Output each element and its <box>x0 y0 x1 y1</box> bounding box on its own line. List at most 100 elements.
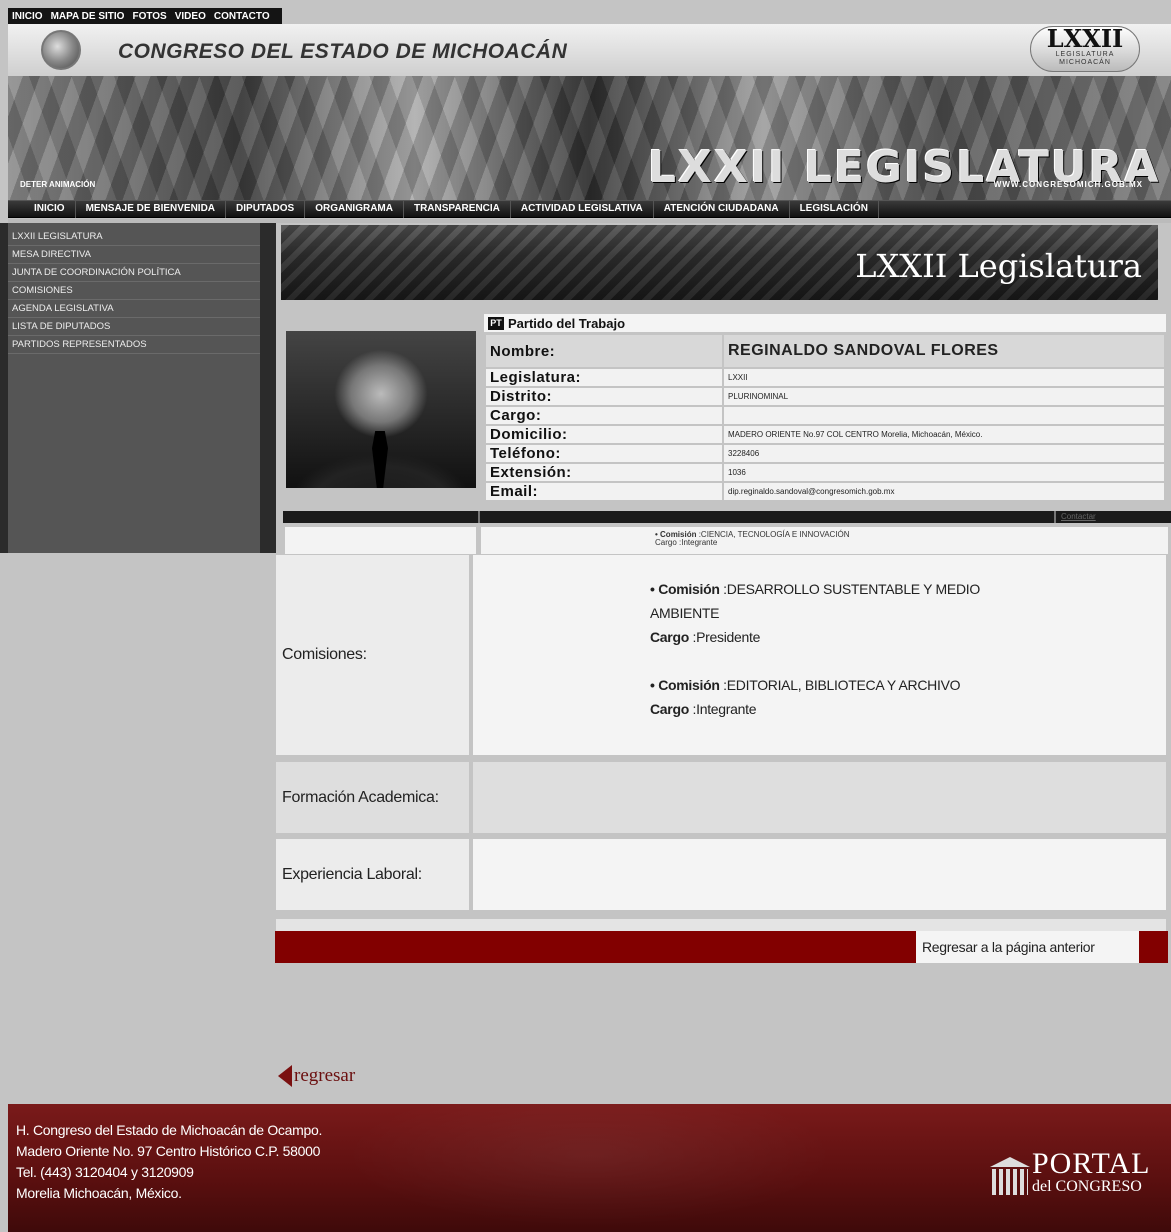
header-url: WWW.CONGRESOMICH.GOB.MX <box>993 180 1143 189</box>
nav-diputados[interactable]: DIPUTADOS <box>226 200 306 218</box>
building-icon <box>986 1157 1034 1197</box>
email-link[interactable]: dip.reginaldo.sandoval@congresomich.gob.… <box>724 483 1164 500</box>
top-link-inicio[interactable]: INICIO <box>12 11 43 22</box>
photo-tie-shape <box>372 431 388 488</box>
sidebar-item-comisiones[interactable]: COMISIONES <box>8 282 260 300</box>
cargo-value: :Presidente <box>688 629 761 645</box>
commission-cargo-line: Cargo :Presidente <box>650 625 1010 649</box>
portal-del-congreso-logo[interactable]: PORTAL del CONGRESO <box>986 1149 1166 1199</box>
top-links-bar: INICIO MAPA DE SITIO FOTOS VIDEO CONTACT… <box>8 8 282 24</box>
regresar-link[interactable]: regresar <box>278 1065 355 1087</box>
info-value <box>724 407 1164 424</box>
info-row-legislatura: Legislatura: LXXII <box>486 369 1164 386</box>
deputy-info-table: Nombre: REGINALDO SANDOVAL FLORES Legisl… <box>484 333 1166 502</box>
back-arrow-icon <box>278 1065 292 1087</box>
commission-label: • Comisión <box>650 677 720 693</box>
party-name: Partido del Trabajo <box>508 315 626 331</box>
commission-summary-value: :CIENCIA, TECNOLOGÍA E INNOVACIÓN <box>696 530 850 539</box>
main-nav: INICIO MENSAJE DE BIENVENIDA DIPUTADOS O… <box>8 200 1171 218</box>
commission-entry: • Comisión :EDITORIAL, BIBLIOTECA Y ARCH… <box>650 673 1010 721</box>
sidebar-item-lista-diputados[interactable]: LISTA DE DIPUTADOS <box>8 318 260 336</box>
formacion-value <box>473 762 1166 833</box>
info-value: LXXII <box>724 369 1164 386</box>
footer-line: Madero Oriente No. 97 Centro Histórico C… <box>16 1143 321 1159</box>
building-roof <box>990 1157 1030 1167</box>
nav-mensaje-de-bienvenida[interactable]: MENSAJE DE BIENVENIDA <box>76 200 227 218</box>
info-label: Email: <box>486 483 722 500</box>
stop-animation-link[interactable]: DETER ANIMACIÓN <box>20 180 95 189</box>
info-row-nombre: Nombre: REGINALDO SANDOVAL FLORES <box>486 335 1164 367</box>
footer-line: H. Congreso del Estado de Michoacán de O… <box>16 1122 323 1138</box>
legislatura-banner-image: LXXII Legislatura <box>281 225 1158 300</box>
info-row-cargo: Cargo: <box>486 407 1164 424</box>
top-link-contacto[interactable]: CONTACTO <box>214 11 270 22</box>
state-seal-icon <box>41 30 81 70</box>
deputy-photo <box>286 331 476 488</box>
logo-numeral: LXXII <box>1046 24 1124 53</box>
top-link-mapa-de-sitio[interactable]: MAPA DE SITIO <box>51 11 125 22</box>
sidebar-item-partidos[interactable]: PARTIDOS REPRESENTADOS <box>8 336 260 354</box>
info-label: Extensión: <box>486 464 722 481</box>
experiencia-label: Experiencia Laboral: <box>276 839 469 910</box>
commission-entry: • Comisión :DESARROLLO SUSTENTABLE Y MED… <box>650 577 1010 649</box>
nav-actividad-legislativa[interactable]: ACTIVIDAD LEGISLATIVA <box>511 200 654 218</box>
info-label: Domicilio: <box>486 426 722 443</box>
site-header: CONGRESO DEL ESTADO DE MICHOACÁN LXXII L… <box>8 24 1171 200</box>
info-value: 1036 <box>724 464 1164 481</box>
back-to-previous-button[interactable]: Regresar a la página anterior <box>916 931 1139 963</box>
deputy-name: REGINALDO SANDOVAL FLORES <box>724 335 1164 367</box>
logo-michoacan: MICHOACÁN <box>1059 59 1111 66</box>
footer-address: H. Congreso del Estado de Michoacán de O… <box>16 1120 322 1204</box>
top-link-fotos[interactable]: FOTOS <box>132 11 166 22</box>
left-menu: LXXII LEGISLATURA MESA DIRECTIVA JUNTA D… <box>8 228 260 354</box>
commission-summary-entry: • Comisión :CIENCIA, TECNOLOGÍA E INNOVA… <box>655 531 850 547</box>
info-label: Cargo: <box>486 407 722 424</box>
party-header: PT Partido del Trabajo <box>484 314 1166 332</box>
sidebar-item-lxxii-legislatura[interactable]: LXXII LEGISLATURA <box>8 228 260 246</box>
nav-organigrama[interactable]: ORGANIGRAMA <box>305 200 404 218</box>
commission-label: • Comisión <box>650 581 720 597</box>
nav-atencion-ciudadana[interactable]: ATENCIÓN CIUDADANA <box>654 200 790 218</box>
contactar-link[interactable]: Contactar <box>1061 511 1096 523</box>
top-link-video[interactable]: VIDEO <box>175 11 206 22</box>
info-label: Legislatura: <box>486 369 722 386</box>
legislatura-logo: LXXII LEGISLATURA MICHOACÁN <box>1030 26 1140 72</box>
site-footer: H. Congreso del Estado de Michoacán de O… <box>8 1104 1171 1232</box>
experiencia-value <box>473 839 1166 910</box>
page: INICIO MAPA DE SITIO FOTOS VIDEO CONTACT… <box>0 0 1171 1232</box>
info-row-email: Email: dip.reginaldo.sandoval@congresomi… <box>486 483 1164 500</box>
bar-divider <box>1054 511 1056 523</box>
footer-line: Tel. (443) 3120404 y 3120909 <box>16 1164 194 1180</box>
sidebar-item-mesa-directiva[interactable]: MESA DIRECTIVA <box>8 246 260 264</box>
formacion-label: Formación Academica: <box>276 762 469 833</box>
comisiones-list: • Comisión :DESARROLLO SUSTENTABLE Y MED… <box>473 555 1166 755</box>
cargo-label: Cargo <box>650 629 689 645</box>
portal-subtitle: del CONGRESO <box>1032 1178 1142 1195</box>
building-columns <box>992 1169 1028 1195</box>
cargo-label: Cargo <box>650 701 689 717</box>
commission-summary: • Comisión :CIENCIA, TECNOLOGÍA E INNOVA… <box>481 527 1168 554</box>
regresar-label: regresar <box>294 1065 356 1086</box>
section-divider <box>276 919 1166 931</box>
commission-name: :EDITORIAL, BIBLIOTECA Y ARCHIVO <box>719 677 961 693</box>
commission-cargo-line: Cargo :Integrante <box>650 697 1010 721</box>
commission-summary-cargo: Cargo :Integrante <box>655 538 718 547</box>
info-value: PLURINOMINAL <box>724 388 1164 405</box>
nav-inicio[interactable]: INICIO <box>24 200 76 218</box>
party-logo-icon: PT <box>488 316 504 330</box>
portal-text: PORTAL del CONGRESO <box>1032 1149 1150 1195</box>
info-row-telefono: Teléfono: 3228406 <box>486 445 1164 462</box>
legislatura-banner-title: LXXII Legislatura <box>855 247 1142 285</box>
sidebar-item-agenda-legislativa[interactable]: AGENDA LEGISLATIVA <box>8 300 260 318</box>
info-value: MADERO ORIENTE No.97 COL CENTRO Morelia,… <box>724 426 1164 443</box>
comisiones-label: Comisiones: <box>276 555 469 755</box>
info-label: Nombre: <box>486 335 722 367</box>
nav-legislacion[interactable]: LEGISLACIÓN <box>790 200 879 218</box>
site-title: CONGRESO DEL ESTADO DE MICHOACÁN <box>118 40 568 63</box>
back-bar: Regresar a la página anterior <box>275 931 1168 963</box>
info-row-domicilio: Domicilio: MADERO ORIENTE No.97 COL CENT… <box>486 426 1164 443</box>
footer-line: Morelia Michoacán, México. <box>16 1185 182 1201</box>
commission-line: • Comisión :DESARROLLO SUSTENTABLE Y MED… <box>650 577 1010 625</box>
sidebar-item-junta-coordinacion[interactable]: JUNTA DE COORDINACIÓN POLÍTICA <box>8 264 260 282</box>
nav-transparencia[interactable]: TRANSPARENCIA <box>404 200 511 218</box>
